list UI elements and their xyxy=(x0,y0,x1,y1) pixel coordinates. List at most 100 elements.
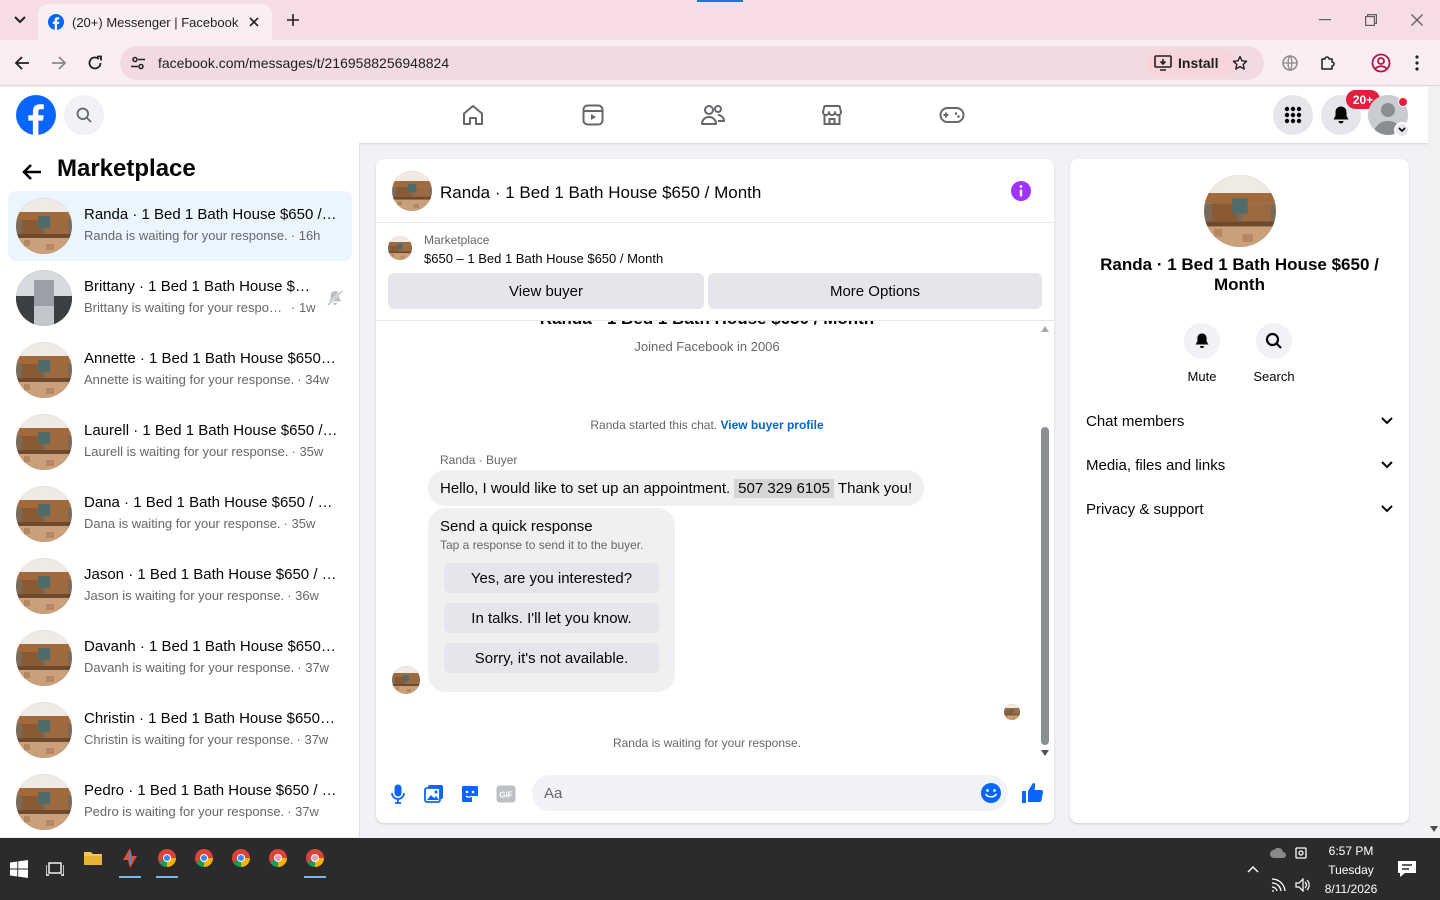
chat-window: Randa · 1 Bed 1 Bath House $650 / Month … xyxy=(376,159,1054,823)
back-button[interactable] xyxy=(10,51,34,75)
scroll-down-arrow-icon[interactable] xyxy=(1430,824,1438,834)
nav-friends[interactable] xyxy=(695,97,731,133)
chrome-icon xyxy=(269,849,287,867)
quick-response-not-available-button[interactable]: Sorry, it's not available. xyxy=(444,643,659,673)
message-scrollbar-thumb[interactable] xyxy=(1041,427,1049,745)
nav-home[interactable] xyxy=(455,97,491,133)
conversation-time: · 35w xyxy=(283,516,316,531)
conversation-item[interactable]: Dana · 1 Bed 1 Bath House $650 / Month D… xyxy=(8,479,352,549)
forward-button[interactable] xyxy=(47,51,71,75)
chevron-down-icon xyxy=(1381,417,1393,425)
close-window-button[interactable] xyxy=(1405,8,1429,32)
nav-video[interactable] xyxy=(575,97,611,133)
message-list[interactable]: Randa · 1 Bed 1 Bath House $650 / Month … xyxy=(376,321,1054,761)
action-center-icon[interactable] xyxy=(1396,858,1418,880)
chat-avatar[interactable] xyxy=(392,171,432,211)
quick-response-yes-button[interactable]: Yes, are you interested? xyxy=(444,563,659,593)
chrome-icon xyxy=(232,849,250,867)
install-app-button[interactable]: Install xyxy=(1146,50,1236,76)
mute-action[interactable]: Mute xyxy=(1166,323,1238,384)
onedrive-tray[interactable] xyxy=(1269,844,1287,862)
message-input[interactable] xyxy=(532,775,1008,811)
scroll-up-arrow-icon[interactable] xyxy=(1040,325,1050,333)
conversation-preview-row: Christin is waiting for your response. ·… xyxy=(84,732,328,747)
view-buyer-profile-link[interactable]: View buyer profile xyxy=(720,418,823,432)
network-tray[interactable] xyxy=(1270,876,1288,894)
listing-description[interactable]: $650 – 1 Bed 1 Bath House $650 / Month xyxy=(424,251,663,266)
privacy-support-section[interactable]: Privacy & support xyxy=(1086,497,1393,521)
show-hidden-icons-button[interactable] xyxy=(1244,860,1262,878)
taskbar-chrome-3[interactable] xyxy=(222,838,260,878)
conversation-item[interactable]: Pedro · 1 Bed 1 Bath House $650 / Month … xyxy=(8,767,352,837)
conversation-item[interactable]: Christin · 1 Bed 1 Bath House $650 / Mon… xyxy=(8,695,352,765)
conversation-item[interactable]: Randa · 1 Bed 1 Bath House $650 / Month … xyxy=(8,191,352,261)
conversation-item[interactable]: Jason · 1 Bed 1 Bath House $650 / Month … xyxy=(8,551,352,621)
facebook-logo-icon[interactable] xyxy=(16,95,56,135)
microphone-icon xyxy=(391,784,405,804)
taskbar-chrome-2[interactable] xyxy=(185,838,223,878)
nav-gaming[interactable] xyxy=(934,97,970,133)
chrome-menu-button[interactable] xyxy=(1405,51,1429,75)
thumbs-up-icon[interactable] xyxy=(1020,781,1044,805)
conversation-preview-row: Annette is waiting for your response. · … xyxy=(84,372,329,387)
scroll-down-arrow-icon[interactable] xyxy=(1040,749,1050,757)
joined-facebook-text: Joined Facebook in 2006 xyxy=(634,339,780,354)
listing-thumbnail[interactable] xyxy=(388,236,412,260)
emoji-icon[interactable] xyxy=(980,782,1002,804)
conversation-item[interactable]: Laurell · 1 Bed 1 Bath House $650 / Mont… xyxy=(8,407,352,477)
taskbar-chrome-4[interactable] xyxy=(259,838,297,878)
search-in-conversation-action[interactable]: Search xyxy=(1238,323,1310,384)
conversation-item[interactable]: Annette · 1 Bed 1 Bath House $650 / Mont… xyxy=(8,335,352,405)
chat-members-section[interactable]: Chat members xyxy=(1086,409,1393,433)
taskbar-chrome-5[interactable] xyxy=(296,838,334,878)
tab-search-button[interactable] xyxy=(8,8,32,32)
new-tab-button[interactable] xyxy=(282,9,304,31)
phone-number-highlight[interactable]: 507 329 6105 xyxy=(734,478,834,498)
voice-clip-button[interactable] xyxy=(387,783,409,805)
gif-button[interactable]: GIF xyxy=(495,783,517,805)
menu-button[interactable] xyxy=(1273,95,1313,135)
omnibox[interactable]: facebook.com/messages/t/2169588256948824… xyxy=(120,46,1264,80)
facebook-search-button[interactable] xyxy=(64,95,104,135)
more-options-button[interactable]: More Options xyxy=(708,273,1042,309)
section-label: Chat members xyxy=(1086,412,1185,430)
account-menu-toggle[interactable] xyxy=(1394,122,1410,138)
reload-button[interactable] xyxy=(83,51,107,75)
taskbar-app-pinned[interactable] xyxy=(111,838,149,878)
bookmark-button[interactable] xyxy=(1230,53,1250,73)
taskbar-file-explorer[interactable] xyxy=(74,838,112,878)
translate-button[interactable] xyxy=(1278,51,1302,75)
site-info-button[interactable] xyxy=(128,53,148,73)
sticker-button[interactable] xyxy=(459,783,481,805)
browser-tab-active[interactable]: (20+) Messenger | Facebook xyxy=(38,4,272,40)
quick-response-in-talks-button[interactable]: In talks. I'll let you know. xyxy=(444,603,659,633)
view-buyer-button[interactable]: View buyer xyxy=(388,273,704,309)
back-to-inbox-button[interactable] xyxy=(20,160,44,184)
nav-marketplace[interactable] xyxy=(814,97,850,133)
conversation-item[interactable]: Davanh · 1 Bed 1 Bath House $650 / Month… xyxy=(8,623,352,693)
info-icon[interactable] xyxy=(1010,180,1032,202)
chat-title[interactable]: Randa · 1 Bed 1 Bath House $650 / Month xyxy=(440,183,761,203)
quick-response-title: Send a quick response xyxy=(440,518,593,535)
meet-now-tray[interactable] xyxy=(1293,844,1311,862)
restore-icon xyxy=(1365,14,1377,26)
task-view-button[interactable] xyxy=(36,849,74,889)
taskbar-chrome-1[interactable] xyxy=(148,838,186,878)
sender-avatar[interactable] xyxy=(392,666,420,694)
attach-photo-button[interactable] xyxy=(423,783,445,805)
extensions-button[interactable] xyxy=(1316,51,1340,75)
media-files-links-section[interactable]: Media, files and links xyxy=(1086,453,1393,477)
conversation-item[interactable]: Brittany · 1 Bed 1 Bath House $650 / Mon… xyxy=(8,263,352,333)
message-bubble[interactable]: Hello, I would like to set up an appoint… xyxy=(428,470,925,506)
start-button[interactable] xyxy=(0,849,38,889)
page-scrollbar[interactable] xyxy=(1428,87,1440,837)
url-text[interactable]: facebook.com/messages/t/2169588256948824 xyxy=(158,55,449,71)
profile-button[interactable] xyxy=(1369,51,1393,75)
conversation-preview-row: Brittany is waiting for your response. ·… xyxy=(84,300,316,315)
system-clock[interactable]: 6:57 PM Tuesday 8/11/2026 xyxy=(1310,842,1392,899)
minimize-button[interactable] xyxy=(1313,8,1337,32)
restore-button[interactable] xyxy=(1359,8,1383,32)
conversation-avatar xyxy=(16,630,72,686)
details-avatar[interactable] xyxy=(1204,175,1276,247)
tab-close-button[interactable] xyxy=(244,12,264,32)
